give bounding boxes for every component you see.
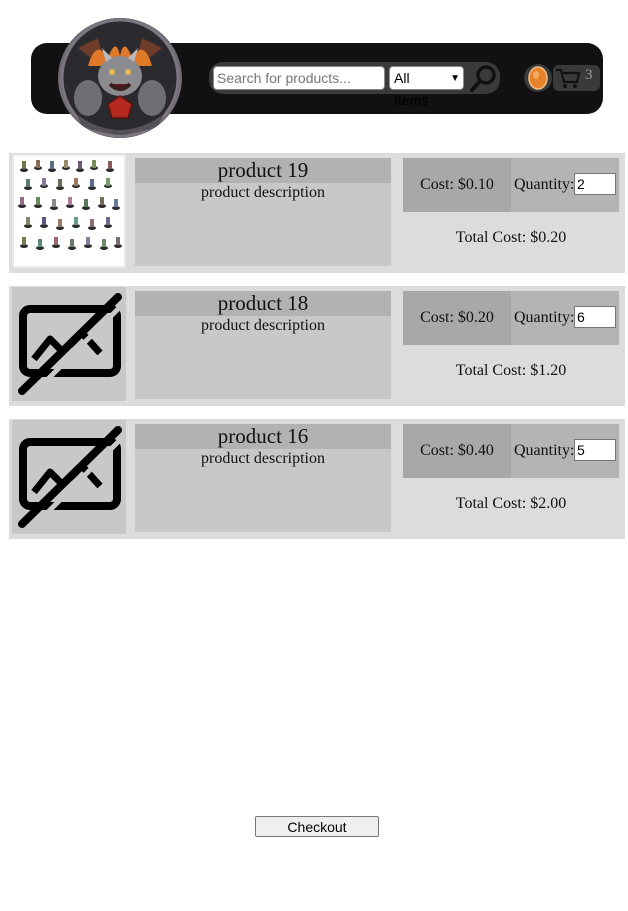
unit-cost: Cost: $0.10 [403,158,511,212]
coin-icon [528,66,548,90]
no-image-icon [18,426,126,532]
total-cost: Total Cost: $2.00 [455,495,567,512]
search-input[interactable] [213,66,385,90]
checkout-button[interactable]: Checkout [255,816,379,837]
category-select[interactable]: All Items ▼ [389,66,464,108]
product-image-placeholder [12,420,126,534]
cart-item-row: product 19 product description Cost: $0.… [9,153,625,273]
no-image-icon [18,293,126,399]
cart-item-row: product 16 product description Cost: $0.… [9,419,625,539]
category-select-value: All Items [394,70,429,108]
quantity-label: Quantity: [514,309,575,326]
search-button[interactable] [467,63,499,93]
product-info: product 19 product description [135,158,391,266]
chevron-down-icon: ▼ [450,73,460,84]
product-title[interactable]: product 18 [135,291,391,316]
quantity-cell: Quantity: [511,291,619,345]
product-info: product 18 product description [135,291,391,399]
cart-count-badge: 3 [585,67,593,83]
quantity-cell: Quantity: [511,424,619,478]
product-title[interactable]: product 16 [135,424,391,449]
quantity-label: Quantity: [514,442,575,459]
unit-cost: Cost: $0.20 [403,291,511,345]
product-description: product description [201,184,325,201]
quantity-input[interactable] [574,306,616,328]
product-description: product description [201,317,325,334]
cart-button[interactable] [553,65,600,91]
quantity-label: Quantity: [514,176,575,193]
total-cost: Total Cost: $0.20 [455,229,567,246]
unit-cost: Cost: $0.40 [403,424,511,478]
magnifier-icon [470,65,496,92]
quantity-input[interactable] [574,439,616,461]
total-cost: Total Cost: $1.20 [455,362,567,379]
product-description: product description [201,450,325,467]
cart-item-row: product 18 product description Cost: $0.… [9,286,625,406]
miniatures-photo [18,160,122,250]
product-info: product 16 product description [135,424,391,532]
product-title[interactable]: product 19 [135,158,391,183]
coin-balance[interactable] [524,64,552,92]
shopping-cart-icon [556,68,581,88]
dragon-emblem-logo[interactable] [58,18,182,138]
quantity-cell: Quantity: [511,158,619,212]
quantity-input[interactable] [574,173,616,195]
product-image-miniatures [12,154,126,268]
product-image-placeholder [12,287,126,401]
